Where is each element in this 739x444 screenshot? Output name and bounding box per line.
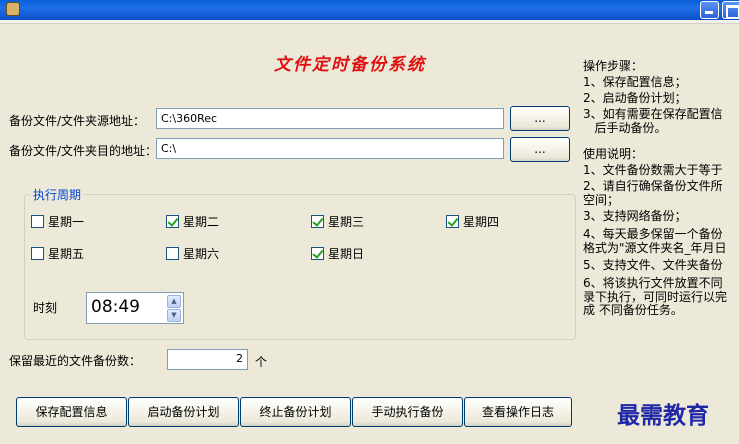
checkbox-monday[interactable]: 星期一 [31,213,84,230]
checkbox-label: 星期六 [183,247,220,261]
checkbox-label: 星期三 [328,215,365,229]
window-titlebar[interactable] [0,0,739,20]
dest-path-label: 备份文件/文件夹目的地址： [9,144,158,158]
retain-label: 保留最近的文件备份数： [9,354,142,368]
help-step: 1、保存配置信息； [583,75,687,89]
checkbox-box[interactable] [166,215,179,228]
checkbox-box[interactable] [446,215,459,228]
start-plan-button[interactable]: 启动备份计划 [128,397,239,427]
help-usage-item: 成 不同备份任务。 [583,303,683,317]
app-icon [6,2,20,16]
help-step: 3、如有需要在保存配置信 [583,107,723,121]
help-step: 后手动备份。 [583,121,667,135]
checkbox-box[interactable] [31,247,44,260]
maximize-button[interactable] [722,1,739,19]
save-config-button[interactable]: 保存配置信息 [16,397,127,427]
spin-up-icon[interactable]: ▲ [167,295,181,308]
client-edge [0,20,739,24]
manual-backup-button[interactable]: 手动执行备份 [352,397,463,427]
help-usage-item: 2、请自行确保备份文件所 [583,179,723,193]
help-usage-item: 4、每天最多保留一个备份 [583,227,723,241]
dest-path-input[interactable]: C:\ [156,138,504,159]
help-usage-item: 1、文件备份数需大于等于 [583,163,723,177]
help-usage-item: 5、支持文件、文件夹备份 [583,258,723,272]
retain-unit: 个 [255,355,268,369]
help-usage-item: 空间； [583,193,620,207]
checkbox-label: 星期二 [183,215,220,229]
help-step: 2、启动备份计划； [583,91,687,105]
minimize-button[interactable] [700,1,719,19]
checkbox-saturday[interactable]: 星期六 [166,245,219,262]
view-log-button[interactable]: 查看操作日志 [464,397,572,427]
checkbox-sunday[interactable]: 星期日 [311,245,364,262]
checkbox-label: 星期一 [48,215,85,229]
help-steps-title: 操作步骤： [583,59,644,73]
time-picker[interactable]: 08:49 ▲ ▼ [86,292,184,324]
checkbox-tuesday[interactable]: 星期二 [166,213,219,230]
help-usage-item: 3、支持网络备份； [583,209,687,223]
source-path-input[interactable]: C:\360Rec [156,108,504,129]
checkbox-box[interactable] [166,247,179,260]
checkbox-label: 星期日 [328,247,365,261]
app-title: 文件定时备份系统 [274,55,426,75]
checkbox-thursday[interactable]: 星期四 [446,213,499,230]
retain-count-input[interactable]: 2 [167,349,248,370]
source-browse-button[interactable]: ... [510,106,570,131]
checkbox-label: 星期四 [463,215,500,229]
time-label: 时刻 [33,301,58,315]
watermark-text: 最需教育 [617,402,709,429]
spin-down-icon[interactable]: ▼ [167,309,181,322]
source-path-label: 备份文件/文件夹源地址： [9,114,146,128]
checkbox-box[interactable] [311,247,324,260]
dest-browse-button[interactable]: ... [510,137,570,162]
schedule-legend: 执行周期 [30,186,85,203]
checkbox-friday[interactable]: 星期五 [31,245,84,262]
stop-plan-button[interactable]: 终止备份计划 [240,397,351,427]
help-usage-item: 格式为"源文件夹名_年月日 [583,241,727,255]
checkbox-box[interactable] [311,215,324,228]
checkbox-wednesday[interactable]: 星期三 [311,213,364,230]
help-usage-title: 使用说明： [583,147,644,161]
checkbox-label: 星期五 [48,247,85,261]
time-value[interactable]: 08:49 [91,297,140,317]
checkbox-box[interactable] [31,215,44,228]
help-usage-item: 6、将该执行文件放置不同 [583,276,723,290]
